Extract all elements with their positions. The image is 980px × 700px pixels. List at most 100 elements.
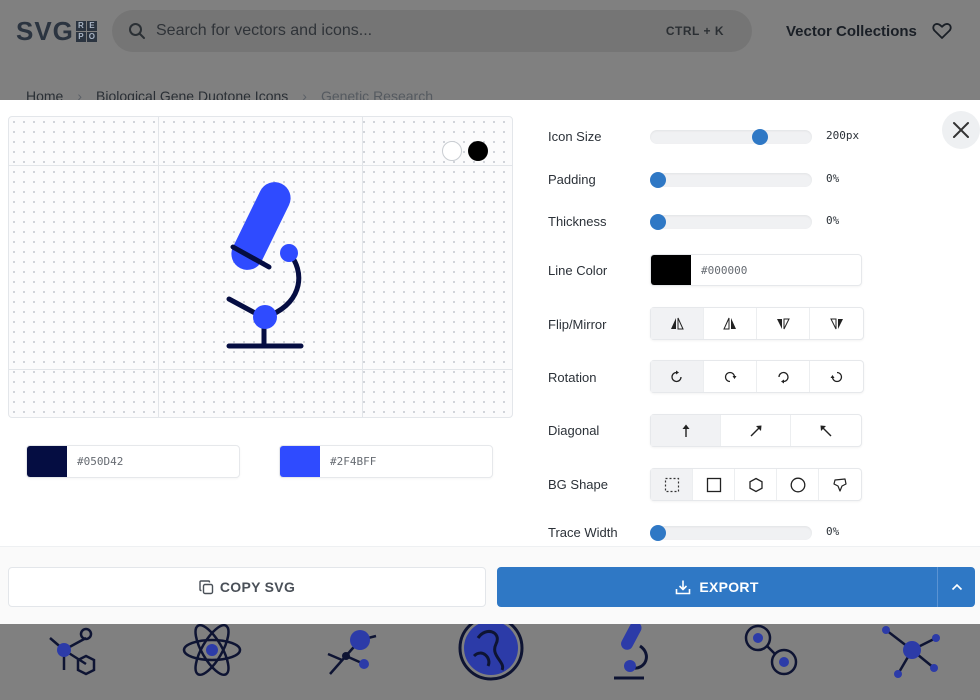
- flip-mirror-label: Flip/Mirror: [548, 317, 607, 332]
- primary-color-field[interactable]: #050D42: [26, 445, 240, 478]
- logo-letter: R: [75, 21, 86, 31]
- flip-vertical-icon: [777, 318, 790, 329]
- search-bar[interactable]: CTRL + K: [112, 10, 752, 52]
- thickness-slider[interactable]: [650, 214, 812, 230]
- copy-svg-button[interactable]: COPY SVG: [8, 567, 486, 607]
- rotate-90-icon: [724, 371, 737, 382]
- rotate-icon: [671, 370, 682, 382]
- arrow-up-icon: [682, 424, 689, 437]
- icon-size-slider[interactable]: [650, 129, 812, 145]
- related-icons-row: [0, 618, 980, 700]
- icon-size-label: Icon Size: [548, 129, 602, 144]
- gene-network-icon[interactable]: [320, 624, 384, 680]
- bg-black-toggle[interactable]: [468, 141, 488, 161]
- guide-line: [9, 165, 512, 166]
- icon-size-value: 200px: [826, 129, 860, 142]
- trace-width-label: Trace Width: [548, 525, 618, 540]
- thickness-value: 0%: [826, 214, 840, 227]
- diagonal-up-right-option[interactable]: [721, 415, 791, 446]
- molecule-icon[interactable]: [40, 624, 104, 680]
- flip-both-icon: [829, 318, 843, 329]
- line-color-field[interactable]: #000000: [650, 254, 862, 286]
- bg-shape-blob-option[interactable]: [819, 469, 861, 500]
- trace-width-value: 0%: [826, 525, 840, 538]
- chevron-up-icon: [951, 583, 962, 591]
- circle-icon: [790, 477, 805, 492]
- logo-grid: R E P O: [75, 21, 97, 42]
- close-button[interactable]: [942, 111, 980, 149]
- icon-editor-modal: #050D42 #2F4BFF Icon Size 200px Padding …: [0, 100, 980, 624]
- rotate-180-icon: [778, 371, 789, 383]
- rotate-270-option[interactable]: [810, 361, 863, 392]
- heart-icon[interactable]: [932, 22, 952, 40]
- copy-svg-label: COPY SVG: [219, 579, 296, 595]
- thickness-label: Thickness: [548, 214, 607, 229]
- flip-icon: [671, 317, 684, 329]
- microscope-preview-icon: [226, 182, 304, 349]
- search-icon: [129, 23, 145, 39]
- export-label: EXPORT: [699, 579, 759, 595]
- trace-width-slider[interactable]: [650, 525, 812, 541]
- arrow-up-left-icon: [820, 425, 832, 436]
- bg-white-toggle[interactable]: [442, 141, 462, 161]
- bg-shape-hexagon-option[interactable]: [735, 469, 777, 500]
- slider-thumb[interactable]: [650, 525, 666, 541]
- logo-text: SVG: [16, 16, 74, 46]
- icon-preview-canvas: [8, 116, 513, 418]
- flip-vertical-option[interactable]: [757, 308, 810, 339]
- bg-shape-none-option[interactable]: [651, 469, 693, 500]
- export-button[interactable]: EXPORT: [497, 567, 975, 607]
- flip-horizontal-icon: [723, 317, 736, 329]
- padding-value: 0%: [826, 172, 840, 185]
- microscope-icon[interactable]: [600, 624, 664, 680]
- diagonal-up-left-option[interactable]: [791, 415, 861, 446]
- rotate-90-option[interactable]: [704, 361, 757, 392]
- bg-shape-label: BG Shape: [548, 477, 608, 492]
- flip-both-option[interactable]: [810, 308, 863, 339]
- diagonal-up-option[interactable]: [651, 415, 721, 446]
- network-nodes-icon[interactable]: [878, 624, 942, 680]
- site-header: SVG R E P O CTRL + K Vector Collections: [0, 0, 980, 64]
- bg-shape-circle-option[interactable]: [777, 469, 819, 500]
- logo-letter: O: [86, 32, 97, 42]
- flip-horizontal-option[interactable]: [704, 308, 757, 339]
- cell-division-icon[interactable]: [740, 624, 804, 680]
- vector-collections-link[interactable]: Vector Collections: [786, 23, 917, 40]
- close-icon: [953, 122, 969, 138]
- rotate-270-icon: [830, 371, 842, 382]
- blob-icon: [833, 477, 847, 492]
- line-color-chip[interactable]: [651, 255, 691, 285]
- flip-none-option[interactable]: [651, 308, 704, 339]
- export-main-button[interactable]: EXPORT: [497, 579, 937, 595]
- slider-thumb[interactable]: [650, 172, 666, 188]
- search-shortcut: CTRL + K: [665, 24, 724, 38]
- rotate-180-option[interactable]: [757, 361, 810, 392]
- bg-shape-square-option[interactable]: [693, 469, 735, 500]
- color-chip-blue[interactable]: [280, 446, 320, 477]
- color-chip-dark[interactable]: [27, 446, 67, 477]
- slider-thumb[interactable]: [752, 129, 768, 145]
- rotate-0-option[interactable]: [651, 361, 704, 392]
- flip-mirror-group: [650, 307, 864, 340]
- rotation-group: [650, 360, 864, 393]
- padding-slider[interactable]: [650, 172, 812, 188]
- dna-coil-icon[interactable]: [458, 618, 524, 682]
- modal-footer: COPY SVG EXPORT: [0, 546, 980, 624]
- secondary-color-field[interactable]: #2F4BFF: [279, 445, 493, 478]
- copy-icon: [199, 579, 214, 594]
- export-options-toggle[interactable]: [937, 567, 975, 607]
- color-hex-blue[interactable]: #2F4BFF: [330, 455, 376, 468]
- color-hex-dark[interactable]: #050D42: [77, 455, 123, 468]
- download-icon: [676, 580, 691, 595]
- line-color-hex[interactable]: #000000: [701, 264, 747, 277]
- site-logo[interactable]: SVG R E P O: [16, 16, 97, 47]
- guide-line: [362, 117, 363, 417]
- arrow-up-right-icon: [750, 425, 761, 436]
- rotation-label: Rotation: [548, 370, 597, 385]
- guide-line: [9, 369, 512, 370]
- guide-line: [158, 117, 159, 417]
- slider-thumb[interactable]: [650, 214, 666, 230]
- search-input[interactable]: [156, 22, 636, 40]
- logo-letter: E: [86, 21, 97, 31]
- atom-icon[interactable]: [180, 624, 244, 680]
